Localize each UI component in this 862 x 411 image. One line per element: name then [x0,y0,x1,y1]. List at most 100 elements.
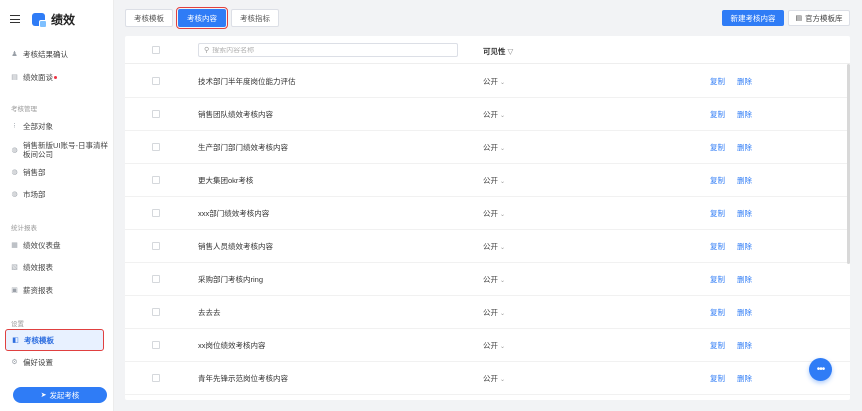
row-delete-link[interactable]: 删除 [737,241,752,252]
row-copy-link[interactable]: 复制 [710,109,725,120]
sidebar-item-label: 绩效仪表盘 [23,240,61,250]
row-visibility-select[interactable]: 公开 ⌄ [483,373,505,384]
select-all-checkbox[interactable] [152,46,160,54]
row-name: 更大集团okr考核 [198,176,254,185]
group-label-settings: 设置 [11,321,24,328]
row-checkbox[interactable] [152,176,160,184]
row-checkbox[interactable] [152,308,160,316]
row-copy-link[interactable]: 复制 [710,340,725,351]
filter-icon[interactable]: ▽ [508,47,514,56]
more-actions-button[interactable]: ••• [809,358,832,381]
row-visibility-select[interactable]: 公开 ⌄ [483,241,505,252]
table-row: 技术部门半年度岗位能力评估 公开 ⌄ 复制 删除 [125,65,850,98]
sidebar-item-result-confirm[interactable]: ♟ 考核结果确认 [0,44,114,64]
row-visibility-value: 公开 [483,176,498,185]
building-icon: ◍ [11,168,18,176]
row-visibility-value: 公开 [483,110,498,119]
row-name: 采购部门考核内ring [198,275,264,284]
row-checkbox[interactable] [152,374,160,382]
sidebar-item-template[interactable]: ◧ 考核模板 [5,329,104,351]
row-delete-link[interactable]: 删除 [737,109,752,120]
table-row: 采购部门考核内ring 公开 ⌄ 复制 删除 [125,263,850,296]
row-checkbox[interactable] [152,242,160,250]
row-visibility-select[interactable]: 公开 ⌄ [483,175,505,186]
row-visibility-select[interactable]: 公开 ⌄ [483,208,505,219]
tab-templates[interactable]: 考核模板 [125,9,173,27]
notification-dot [54,75,57,79]
row-checkbox[interactable] [152,143,160,151]
tab-bar: 考核模板 考核内容 考核指标 [125,6,284,30]
row-checkbox[interactable] [152,209,160,217]
row-name: 去去去 [198,308,221,317]
row-checkbox[interactable] [152,275,160,283]
row-visibility-select[interactable]: 公开 ⌄ [483,76,505,87]
column-visibility[interactable]: 可见性 ▽ [483,46,513,57]
sidebar-item-salary[interactable]: ▣ 薪资报表 [0,280,114,300]
table-row: 销售团队绩效考核内容 公开 ⌄ 复制 删除 [125,98,850,131]
chevron-down-icon: ⌄ [500,245,506,251]
person-icon: ♟ [11,50,18,58]
official-library-button[interactable]: ▤ 官方模板库 [788,10,850,26]
chevron-down-icon: ⌄ [500,212,506,218]
sidebar-item-preferences[interactable]: ⚙ 偏好设置 [0,352,114,372]
row-delete-link[interactable]: 删除 [737,175,752,186]
search-box[interactable]: ⚲ [198,43,458,57]
row-visibility-value: 公开 [483,341,498,350]
chevron-down-icon: ⌄ [500,80,506,86]
sidebar-item-label: 绩效面谈 [23,72,53,82]
search-input[interactable] [212,46,443,54]
tab-contents[interactable]: 考核内容 [175,6,229,30]
row-visibility-value: 公开 [483,374,498,383]
row-copy-link[interactable]: 复制 [710,175,725,186]
sidebar-item-interview[interactable]: ▤ 绩效面谈 [0,67,114,87]
library-icon: ▤ [795,15,803,22]
row-name: 销售团队绩效考核内容 [198,110,273,119]
sidebar-item-sales-dept[interactable]: ◍ 销售部 [0,162,114,182]
row-copy-link[interactable]: 复制 [710,373,725,384]
sidebar-item-all-objects[interactable]: ⁝ 全部对象 [0,116,114,136]
row-checkbox[interactable] [152,110,160,118]
new-content-button[interactable]: 新建考核内容 [722,10,784,26]
row-delete-link[interactable]: 删除 [737,76,752,87]
row-copy-link[interactable]: 复制 [710,208,725,219]
row-delete-link[interactable]: 删除 [737,208,752,219]
tab-indicators[interactable]: 考核指标 [231,9,279,27]
row-visibility-select[interactable]: 公开 ⌄ [483,340,505,351]
chevron-down-icon: ⌄ [500,344,506,350]
sidebar-item-report[interactable]: ▧ 绩效报表 [0,257,114,277]
sidebar-item-company[interactable]: ◍ 销售新版UI账号-日事清样板间公司 [0,138,114,162]
row-visibility-select[interactable]: 公开 ⌄ [483,109,505,120]
sidebar-item-market-dept[interactable]: ◍ 市场部 [0,184,114,204]
table-row: xxx部门绩效考核内容 公开 ⌄ 复制 删除 [125,197,850,230]
row-copy-link[interactable]: 复制 [710,241,725,252]
row-copy-link[interactable]: 复制 [710,274,725,285]
row-delete-link[interactable]: 删除 [737,307,752,318]
sidebar-item-dashboard[interactable]: ▦ 绩效仪表盘 [0,235,114,255]
chevron-down-icon: ⌄ [500,311,506,317]
row-checkbox[interactable] [152,77,160,85]
row-delete-link[interactable]: 删除 [737,274,752,285]
row-name: 生产部门部门绩效考核内容 [198,143,288,152]
row-copy-link[interactable]: 复制 [710,76,725,87]
row-checkbox[interactable] [152,341,160,349]
row-visibility-value: 公开 [483,143,498,152]
sidebar-item-label: 销售部 [23,167,46,177]
chevron-down-icon: ⌄ [500,377,506,383]
row-copy-link[interactable]: 复制 [710,307,725,318]
menu-icon[interactable] [10,15,20,23]
table-row: 青年先锋示范岗位考核内容 公开 ⌄ 复制 删除 [125,362,850,395]
row-name: 技术部门半年度岗位能力评估 [198,77,296,86]
row-delete-link[interactable]: 删除 [737,373,752,384]
content-table: ⚲ 可见性▽ 技术部门半年度岗位能力评估公开⌄复制删除销售团队绩效考核内容公开⌄… [125,36,850,400]
row-visibility-value: 公开 [483,275,498,284]
row-delete-link[interactable]: 删除 [737,142,752,153]
row-copy-link[interactable]: 复制 [710,142,725,153]
search-icon: ⚲ [204,47,210,54]
scrollbar[interactable] [847,64,850,264]
row-delete-link[interactable]: 删除 [737,340,752,351]
row-visibility-select[interactable]: 公开 ⌄ [483,274,505,285]
row-visibility-select[interactable]: 公开 ⌄ [483,142,505,153]
row-visibility-select[interactable]: 公开 ⌄ [483,307,505,318]
row-name: 销售人员绩效考核内容 [198,242,273,251]
launch-review-button[interactable]: ➤ 发起考核 [13,387,107,403]
